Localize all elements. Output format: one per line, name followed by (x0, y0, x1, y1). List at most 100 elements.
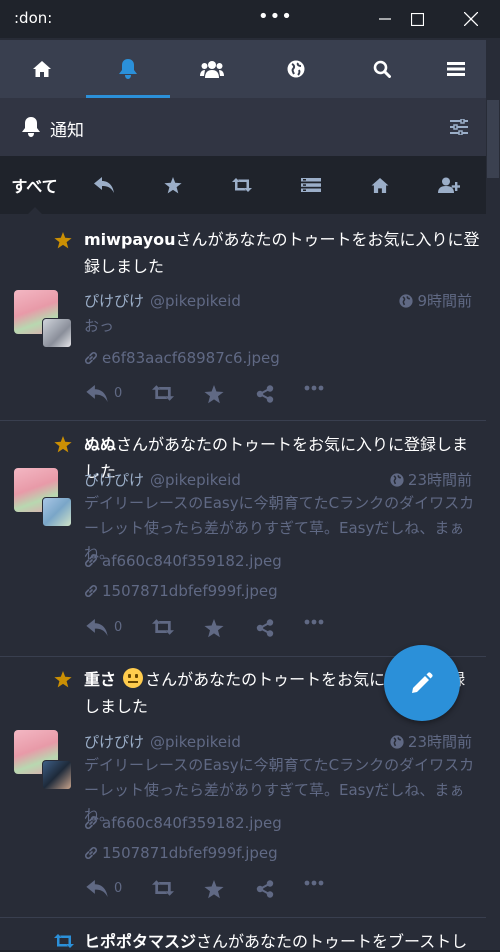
filter-favourites[interactable] (138, 156, 207, 214)
compose-button[interactable] (384, 645, 460, 721)
notification-actor[interactable]: miwpayou (84, 230, 176, 249)
attachment-link[interactable]: e6f83aacf68987c6.jpeg (84, 349, 280, 367)
user-plus-icon (437, 177, 460, 193)
reply-button[interactable]: 0 (86, 880, 122, 897)
globe-icon (399, 293, 414, 308)
favourite-button[interactable] (204, 385, 224, 404)
ellipsis-icon (304, 880, 324, 886)
globe-icon (390, 734, 404, 749)
notification-actor[interactable]: ぬぬ (84, 435, 116, 454)
reply-button[interactable]: 0 (86, 619, 122, 636)
home-icon (371, 177, 388, 193)
share-icon (256, 880, 274, 898)
filter-statuses[interactable] (345, 156, 414, 214)
column-header: 通知 (0, 98, 486, 156)
tab-federated[interactable] (254, 40, 338, 98)
link-icon (85, 847, 97, 859)
reply-icon (86, 385, 108, 402)
attachment-link[interactable]: 1507871dbfef999f.jpeg (84, 582, 278, 600)
filter-all[interactable]: すべて (0, 156, 69, 214)
share-button[interactable] (256, 880, 274, 898)
reply-icon (86, 880, 108, 897)
filter-polls[interactable] (276, 156, 345, 214)
share-button[interactable] (256, 385, 274, 403)
globe-icon (287, 60, 305, 78)
star-icon (204, 880, 224, 899)
notification-actor[interactable]: 重さ (84, 670, 116, 689)
status-time[interactable]: 23時間前 (390, 731, 472, 752)
star-icon (54, 436, 72, 453)
tasks-icon (300, 178, 321, 192)
ellipsis-icon (304, 385, 324, 391)
retweet-icon (152, 880, 174, 896)
favourite-button[interactable] (204, 619, 224, 638)
reply-button[interactable]: 0 (86, 385, 122, 402)
status-author[interactable]: ぴけぴけ @pikepikeid (84, 290, 241, 311)
scrollbar-track[interactable] (486, 98, 500, 950)
share-icon (256, 619, 274, 637)
filter-boosts[interactable] (207, 156, 276, 214)
more-button[interactable] (304, 619, 324, 625)
column-title: 通知 (50, 121, 84, 141)
star-icon (163, 176, 182, 193)
link-icon (85, 352, 97, 364)
more-button[interactable] (304, 880, 324, 886)
boost-button[interactable] (152, 385, 174, 401)
scrollbar-thumb[interactable] (487, 100, 499, 178)
retweet-icon (231, 178, 252, 192)
share-button[interactable] (256, 619, 274, 637)
notification-item[interactable]: ヒポポタマスジさんがあなたのトゥートをブーストしました (0, 918, 486, 950)
favourite-button[interactable] (204, 880, 224, 899)
actor-avatar[interactable] (42, 318, 72, 348)
actor-avatar[interactable] (42, 497, 72, 527)
status-author[interactable]: ぴけぴけ @pikepikeid (84, 469, 241, 490)
attachment-link[interactable]: af660c840f359182.jpeg (84, 552, 282, 570)
retweet-icon (54, 934, 74, 948)
minimize-icon (379, 18, 391, 20)
maximize-button[interactable] (394, 0, 440, 38)
ellipsis-icon (304, 619, 324, 625)
search-icon (373, 60, 391, 78)
home-icon (33, 61, 51, 77)
star-icon (54, 671, 72, 688)
notification-item[interactable]: miwpayouさんがあなたのトゥートをお気に入りに登録しました ぴけぴけ @pi… (0, 214, 486, 421)
status-time[interactable]: 23時間前 (390, 469, 472, 490)
star-icon (204, 385, 224, 404)
boost-button[interactable] (152, 619, 174, 635)
notification-actor[interactable]: ヒポポタマスジ (84, 932, 196, 950)
attachment-link[interactable]: 1507871dbfef999f.jpeg (84, 844, 278, 862)
link-icon (85, 585, 97, 597)
link-icon (85, 817, 97, 829)
tab-search[interactable] (340, 40, 424, 98)
star-icon (204, 619, 224, 638)
tab-home[interactable] (0, 40, 84, 98)
reply-icon (93, 177, 114, 193)
tab-notifications[interactable] (86, 40, 170, 98)
status-content: おっ (84, 317, 115, 335)
filter-mentions[interactable] (69, 156, 138, 214)
column-nav (0, 40, 486, 98)
status-author[interactable]: ぴけぴけ @pikepikeid (84, 731, 241, 752)
globe-icon (390, 472, 404, 487)
actor-avatar[interactable] (42, 760, 72, 790)
sliders-icon[interactable] (450, 119, 468, 135)
notification-message: miwpayouさんがあなたのトゥートをお気に入りに登録しました (84, 230, 480, 276)
status-time[interactable]: 9時間前 (399, 290, 472, 311)
window-menu-button[interactable]: ••• (258, 6, 293, 27)
notification-filter-bar: すべて (0, 156, 486, 214)
notification-item[interactable]: ぬぬさんがあなたのトゥートをお気に入りに登録しました ぴけぴけ @pikepike… (0, 421, 486, 657)
attachment-link[interactable]: af660c840f359182.jpeg (84, 814, 282, 832)
reply-icon (86, 619, 108, 636)
bell-icon (119, 59, 137, 79)
share-icon (256, 385, 274, 403)
tab-local[interactable] (170, 40, 254, 98)
boost-button[interactable] (152, 880, 174, 896)
filter-follows[interactable] (414, 156, 483, 214)
window-titlebar: :don: ••• (0, 0, 500, 38)
retweet-icon (152, 385, 174, 401)
close-button[interactable] (448, 0, 494, 38)
star-icon (54, 232, 72, 249)
close-icon (464, 12, 478, 26)
tab-menu[interactable] (414, 40, 498, 98)
more-button[interactable] (304, 385, 324, 391)
